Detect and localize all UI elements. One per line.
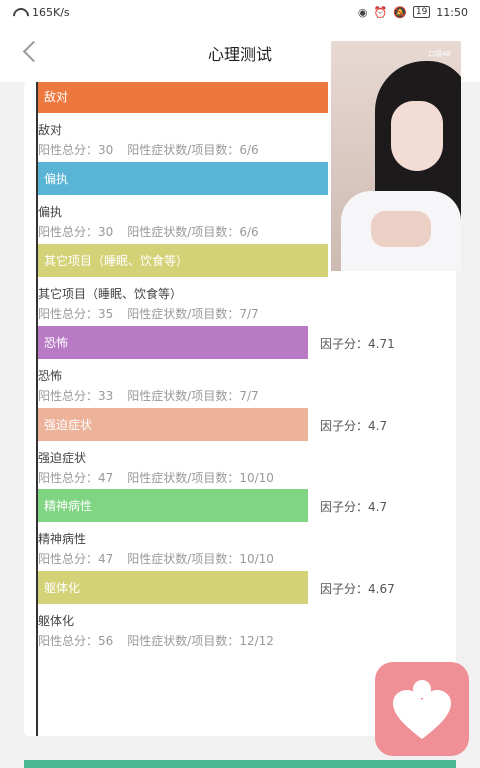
- factor-bar: 恐怖: [38, 326, 308, 359]
- factor-score: 因子分：4.7: [320, 419, 388, 433]
- factor-stats: 阳性总分：30 阳性症状数/项目数：6/6: [38, 143, 259, 157]
- factor-bar-label: 偏执: [44, 172, 69, 186]
- mute-icon: 🔕: [393, 5, 407, 19]
- back-arrow-icon[interactable]: [18, 40, 42, 64]
- factor-bar: 敌对: [38, 82, 328, 113]
- factor-bar: 精神病性: [38, 489, 308, 522]
- factor-name: 恐怖: [38, 369, 63, 383]
- factor-name: 偏执: [38, 205, 63, 219]
- factor-stats: 阳性总分：35 阳性症状数/项目数：7/7: [38, 307, 259, 321]
- factor-bar-label: 精神病性: [44, 499, 93, 513]
- factor-bar-label: 其它项目（睡眠、饮食等）: [44, 254, 189, 268]
- factor-name: 其它项目（睡眠、饮食等）: [38, 287, 183, 301]
- status-time: 11:50: [436, 5, 468, 19]
- factor-bar: 其它项目（睡眠、饮食等）: [38, 244, 328, 277]
- alarm-icon: ⏰: [373, 5, 388, 19]
- page-title: 心理测试: [207, 45, 272, 64]
- factor-bar-label: 敌对: [44, 90, 69, 104]
- factor-bar-label: 强迫症状: [44, 418, 93, 432]
- factor-score: 因子分：4.7: [320, 500, 388, 514]
- factor-score: 因子分：4.71: [320, 337, 395, 351]
- heart-person-icon: [393, 680, 451, 739]
- factor-bar-label: 恐怖: [44, 336, 69, 350]
- floating-app-logo-button[interactable]: [375, 662, 469, 756]
- factor-bar: 偏执: [38, 162, 328, 195]
- factor-stats: 阳性总分：56 阳性症状数/项目数：12/12: [38, 634, 274, 648]
- factor-stats: 阳性总分：47 阳性症状数/项目数：10/10: [38, 552, 274, 566]
- factor-name: 敌对: [38, 123, 63, 137]
- eye-icon: ◉: [357, 5, 368, 19]
- factor-bar: 躯体化: [38, 571, 308, 604]
- factor-name: 强迫症状: [38, 451, 87, 465]
- battery-indicator: 19: [412, 6, 431, 18]
- factor-score: 因子分：4.67: [320, 582, 395, 596]
- factor-stats: 阳性总分：47 阳性症状数/项目数：10/10: [38, 471, 274, 485]
- video-source-label: 口袋48: [428, 50, 451, 58]
- factor-name: 精神病性: [38, 532, 87, 546]
- factor-bar: 强迫症状: [38, 408, 308, 441]
- factor-bar-label: 躯体化: [44, 581, 81, 595]
- factor-stats: 阳性总分：30 阳性症状数/项目数：6/6: [38, 225, 259, 239]
- factor-stats: 阳性总分：33 阳性症状数/项目数：7/7: [38, 389, 259, 403]
- network-speed: 165K/s: [32, 5, 70, 19]
- status-bar: 165K/s ◉ ⏰ 🔕 19 11:50: [0, 0, 480, 24]
- floating-video-window[interactable]: 口袋48: [331, 41, 461, 271]
- factor-name: 躯体化: [38, 614, 75, 628]
- bottom-action-button[interactable]: [24, 760, 456, 768]
- wifi-icon: [12, 7, 26, 17]
